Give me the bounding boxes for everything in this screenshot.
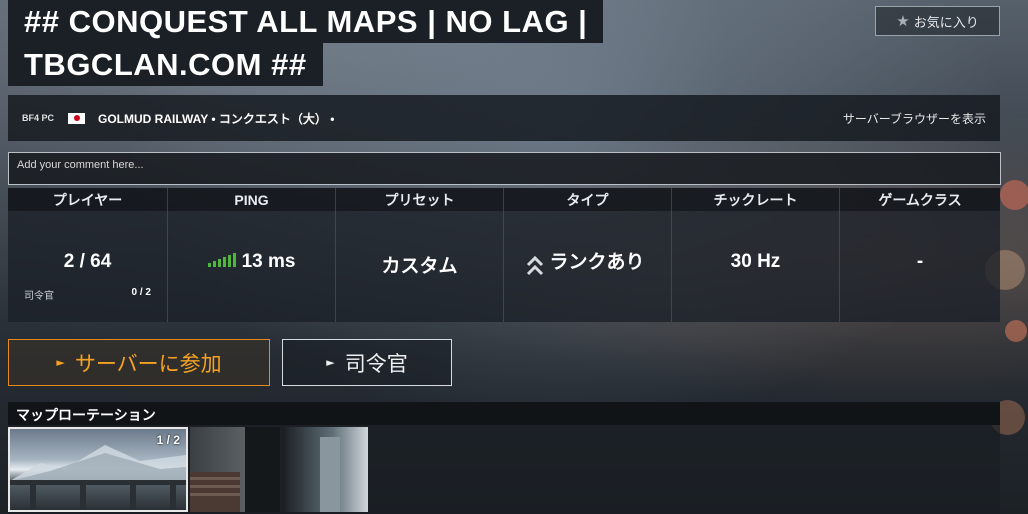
server-stats-table: プレイヤー PING プリセット タイプ チックレート ゲームクラス 2 / 6… <box>8 188 1000 322</box>
city-scenery <box>190 427 340 512</box>
commander-slots-label: 司令官 <box>24 291 54 302</box>
header-type: タイプ <box>504 188 672 211</box>
preset-value: カスタム <box>381 256 458 277</box>
gameclass-value: - <box>916 251 924 272</box>
type-cell: ランクあり <box>504 211 672 322</box>
tickrate-cell: 30 Hz <box>672 211 840 322</box>
header-ping: PING <box>168 188 336 211</box>
header-tickrate: チックレート <box>672 188 840 211</box>
type-value: ランクあり <box>549 252 645 273</box>
ranked-chevron-icon <box>526 255 543 276</box>
preset-cell: カスタム <box>336 211 504 322</box>
map-mode-info: GOLMUD RAILWAY • コンクエスト（大） • <box>98 111 335 126</box>
map-rotation-counter: 1 / 2 <box>156 433 180 447</box>
ping-cell: 13 ms <box>168 211 336 322</box>
map-rotation-list: 1 / 2 <box>8 425 1000 514</box>
join-as-commander-button[interactable]: ► 司令官 <box>282 339 452 386</box>
server-title-line-1: ## CONQUEST ALL MAPS | NO LAG | <box>8 0 604 43</box>
play-arrow-icon: ► <box>56 356 65 369</box>
ping-value: 13 ms <box>241 251 296 272</box>
railway-bridge-scenery <box>10 480 186 510</box>
header-preset: プリセット <box>336 188 504 211</box>
commander-slots-value: 0 / 2 <box>131 287 151 298</box>
map-thumbnail-golmud-railway[interactable]: 1 / 2 <box>8 427 188 512</box>
server-title: ## CONQUEST ALL MAPS | NO LAG | TBGCLAN.… <box>8 0 608 86</box>
map-rotation-header: マップローテーション <box>8 402 1000 425</box>
platform-badge: BF4 PC <box>22 113 55 123</box>
header-players: プレイヤー <box>8 188 168 211</box>
star-icon: ★ <box>896 12 910 30</box>
favorite-label: お気に入り <box>913 15 979 31</box>
join-server-label: サーバーに参加 <box>74 351 222 376</box>
tickrate-value: 30 Hz <box>730 251 781 272</box>
japan-flag-icon <box>68 112 86 124</box>
play-arrow-icon: ► <box>326 356 335 369</box>
server-title-line-2: TBGCLAN.COM ## <box>8 43 323 86</box>
map-thumbnail-next[interactable] <box>190 427 368 512</box>
header-gameclass: ゲームクラス <box>840 188 1000 211</box>
server-browser-link[interactable]: サーバーブラウザーを表示 <box>843 110 986 127</box>
comment-input[interactable] <box>8 152 1001 185</box>
server-info-bar: BF4 PC GOLMUD RAILWAY • コンクエスト（大） • サーバー… <box>8 95 1000 141</box>
commander-slots: 司令官 0 / 2 <box>24 287 151 302</box>
players-cell: 2 / 64 司令官 0 / 2 <box>8 211 168 322</box>
gameclass-cell: - <box>840 211 1000 322</box>
join-server-button[interactable]: ► サーバーに参加 <box>8 339 270 386</box>
commander-button-label: 司令官 <box>344 351 408 376</box>
signal-bars-icon <box>207 253 236 267</box>
favorite-button[interactable]: ★ お気に入り <box>875 6 1000 36</box>
players-value: 2 / 64 <box>63 251 112 272</box>
